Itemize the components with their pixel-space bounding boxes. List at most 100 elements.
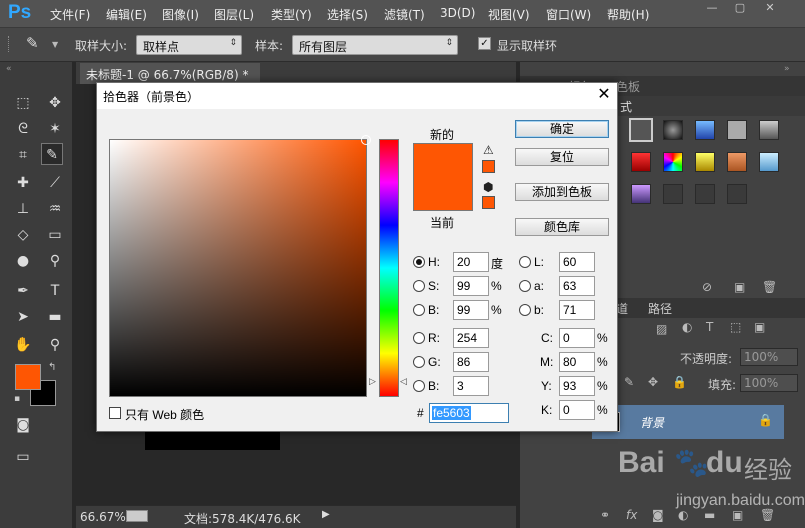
web-colors-checkbox[interactable] bbox=[109, 407, 121, 419]
brightness-field[interactable]: 99 bbox=[453, 300, 489, 320]
brush-icon[interactable]: ⟋ bbox=[44, 172, 66, 194]
new-style-icon[interactable]: ▣ bbox=[734, 280, 745, 294]
sample-select[interactable]: 所有图层 ⇕ bbox=[292, 35, 458, 55]
style-swatch[interactable] bbox=[727, 120, 747, 140]
saturation-radio[interactable] bbox=[413, 280, 425, 292]
filter-type-icon[interactable]: T bbox=[706, 320, 713, 334]
hue-slider-left-arrow-icon[interactable]: ▷ bbox=[369, 376, 376, 387]
style-swatch[interactable] bbox=[727, 152, 747, 172]
blur-icon[interactable]: ● bbox=[12, 250, 34, 272]
red-radio[interactable] bbox=[413, 332, 425, 344]
gradient-icon[interactable]: ▭ bbox=[44, 224, 66, 246]
tab-paths[interactable]: 路径 bbox=[648, 300, 672, 317]
delete-icon[interactable]: 🗑 bbox=[762, 280, 777, 294]
quick-mask-icon[interactable]: ◙ bbox=[12, 414, 34, 436]
layer-row-background[interactable]: 背景 🔒 bbox=[592, 405, 784, 439]
current-color-swatch[interactable] bbox=[414, 177, 472, 210]
no-icon[interactable]: ⊘ bbox=[702, 280, 712, 294]
lab-b-field[interactable]: 71 bbox=[559, 300, 595, 320]
web-safe-swatch[interactable] bbox=[482, 196, 495, 209]
color-field-cursor-icon[interactable] bbox=[361, 135, 371, 145]
style-swatch[interactable] bbox=[727, 184, 747, 204]
filter-smart-icon[interactable]: ▣ bbox=[754, 320, 765, 334]
style-swatch[interactable] bbox=[663, 120, 683, 140]
blue-field[interactable]: 3 bbox=[453, 376, 489, 396]
lab-l-field[interactable]: 60 bbox=[559, 252, 595, 272]
link-layers-icon[interactable]: ⚭ bbox=[600, 508, 610, 522]
clone-stamp-icon[interactable]: ⊥ bbox=[12, 198, 34, 220]
dialog-close-icon[interactable]: ✕ bbox=[594, 85, 614, 105]
swap-colors-icon[interactable]: ↰ bbox=[48, 362, 56, 373]
lock-position-icon[interactable]: ✥ bbox=[648, 375, 658, 389]
menu-type[interactable]: 类型(Y) bbox=[271, 6, 312, 23]
tool-preset-chevron-icon[interactable]: ▼ bbox=[52, 40, 58, 49]
style-swatch[interactable] bbox=[759, 120, 779, 140]
group-icon[interactable]: ▬ bbox=[704, 508, 715, 522]
hand-icon[interactable]: ✋ bbox=[12, 334, 34, 356]
healing-brush-icon[interactable]: ✚ bbox=[12, 172, 34, 194]
fill-field[interactable]: 100% bbox=[740, 374, 798, 392]
move-icon[interactable]: ✥ bbox=[44, 92, 66, 114]
cyan-field[interactable]: 0 bbox=[559, 328, 595, 348]
green-radio[interactable] bbox=[413, 356, 425, 368]
zoom-level[interactable]: 66.67% bbox=[80, 510, 126, 524]
sample-size-select[interactable]: 取样点 ⇕ bbox=[136, 35, 242, 55]
menu-3d[interactable]: 3D(D) bbox=[440, 6, 475, 20]
style-swatch[interactable] bbox=[631, 152, 651, 172]
menu-file[interactable]: 文件(F) bbox=[50, 6, 90, 23]
restore-button[interactable]: ▢ bbox=[730, 2, 750, 14]
red-field[interactable]: 254 bbox=[453, 328, 489, 348]
collapse-arrows-icon[interactable]: « bbox=[6, 64, 12, 74]
adjustment-layer-icon[interactable]: ◐ bbox=[678, 508, 688, 522]
black-field[interactable]: 0 bbox=[559, 400, 595, 420]
add-mask-icon[interactable]: ◙ bbox=[652, 508, 664, 522]
lock-pixels-icon[interactable]: ✎ bbox=[624, 375, 634, 389]
new-layer-icon[interactable]: ▣ bbox=[732, 508, 743, 522]
rectangle-icon[interactable]: ▬ bbox=[44, 306, 66, 328]
brightness-radio[interactable] bbox=[413, 304, 425, 316]
lasso-icon[interactable]: ᘓ bbox=[12, 118, 34, 140]
close-button[interactable]: ✕ bbox=[760, 2, 780, 14]
delete-layer-icon[interactable]: 🗑 bbox=[760, 508, 775, 522]
magic-wand-icon[interactable]: ✶ bbox=[44, 118, 66, 140]
document-canvas[interactable] bbox=[145, 430, 280, 450]
dodge-icon[interactable]: ⚲ bbox=[44, 250, 66, 272]
green-field[interactable]: 86 bbox=[453, 352, 489, 372]
crop-icon[interactable]: ⌗ bbox=[12, 144, 34, 166]
menu-edit[interactable]: 编辑(E) bbox=[106, 6, 147, 23]
lab-l-radio[interactable] bbox=[519, 256, 531, 268]
tab-styles[interactable]: 式 bbox=[620, 98, 632, 115]
document-tab[interactable]: 未标题-1 @ 66.7%(RGB/8) * × bbox=[80, 63, 260, 97]
style-swatch[interactable] bbox=[663, 184, 683, 204]
default-colors-icon[interactable]: ▪ bbox=[14, 394, 20, 404]
eraser-icon[interactable]: ◇ bbox=[12, 224, 34, 246]
opacity-field[interactable]: 100% bbox=[740, 348, 798, 366]
color-libraries-button[interactable]: 颜色库 bbox=[515, 218, 609, 236]
type-icon[interactable]: T bbox=[44, 280, 66, 302]
pen-icon[interactable]: ✒ bbox=[12, 280, 34, 302]
style-swatch[interactable] bbox=[695, 120, 715, 140]
status-menu-arrow-icon[interactable]: ▶ bbox=[322, 509, 330, 520]
magenta-field[interactable]: 80 bbox=[559, 352, 595, 372]
yellow-field[interactable]: 93 bbox=[559, 376, 595, 396]
style-swatch[interactable] bbox=[695, 152, 715, 172]
filter-shape-icon[interactable]: ⬚ bbox=[730, 320, 741, 334]
color-field[interactable] bbox=[109, 135, 371, 397]
eyedropper-tool-icon[interactable]: ✎ bbox=[41, 143, 63, 165]
menu-window[interactable]: 窗口(W) bbox=[546, 6, 591, 23]
path-selection-icon[interactable]: ➤ bbox=[12, 306, 34, 328]
screen-mode-icon[interactable]: ▭ bbox=[12, 446, 34, 468]
lock-all-icon[interactable]: 🔒 bbox=[672, 375, 687, 389]
style-swatch[interactable] bbox=[759, 152, 779, 172]
collapse-arrows-icon[interactable]: » bbox=[784, 64, 790, 74]
hex-field[interactable]: fe5603 bbox=[429, 403, 509, 423]
marquee-icon[interactable]: ⬚ bbox=[12, 92, 34, 114]
minimize-button[interactable]: — bbox=[702, 2, 722, 14]
lab-a-radio[interactable] bbox=[519, 280, 531, 292]
add-to-swatches-button[interactable]: 添加到色板 bbox=[515, 183, 609, 201]
filter-adjust-icon[interactable]: ◐ bbox=[682, 320, 692, 334]
saturation-field[interactable]: 99 bbox=[453, 276, 489, 296]
eyedropper-icon[interactable]: ✎ bbox=[26, 34, 39, 52]
gamut-swatch[interactable] bbox=[482, 160, 495, 173]
hue-slider-right-arrow-icon[interactable]: ◁ bbox=[400, 376, 407, 387]
